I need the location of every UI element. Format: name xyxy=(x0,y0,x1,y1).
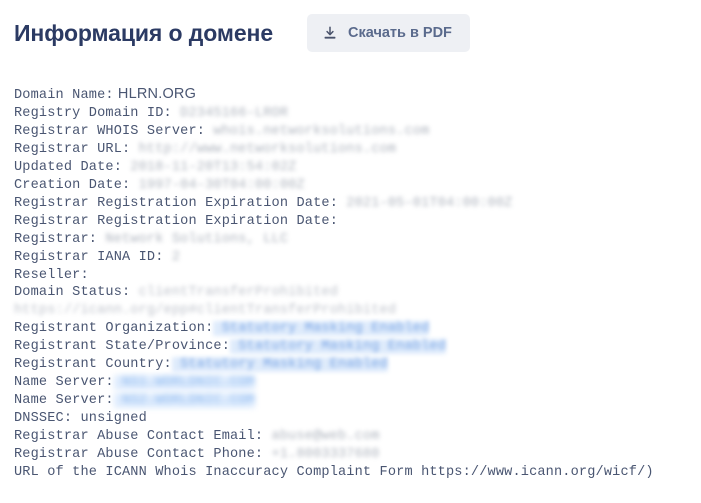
whois-record-label: Registrant Organization: xyxy=(14,321,214,337)
whois-record-label: Name Server: xyxy=(14,375,114,391)
whois-record-line: Registrar Registration Expiration Date: … xyxy=(14,195,674,213)
whois-record-label: Registrar WHOIS Server: xyxy=(14,123,206,139)
whois-record-value: whois.networksolutions.com xyxy=(205,123,430,139)
whois-record-label: Creation Date: xyxy=(14,177,131,193)
whois-record-label: DNSSEC: xyxy=(14,411,73,427)
whois-record-value: HLRN.ORG xyxy=(113,86,197,102)
whois-record-line: Registrar IANA ID: 2 xyxy=(14,249,674,267)
whois-record-value-link[interactable]: NS2.WORLDNIC.COM xyxy=(113,393,255,409)
whois-record-line: Domain Status: clientTransferProhibited … xyxy=(14,284,674,320)
whois-record-value: 1997-04-30T04:00:00Z xyxy=(130,177,305,193)
whois-record-value-link[interactable]: Statutory Masking Enabled xyxy=(171,357,388,373)
whois-record-value-link[interactable]: Statutory Masking Enabled xyxy=(230,339,446,355)
whois-record-value: 2021-05-01T04:00:00Z xyxy=(338,195,513,211)
whois-record-value: Network Solutions, LLC xyxy=(97,231,289,247)
whois-record-line: Registrar Abuse Contact Phone: +1.800333… xyxy=(14,446,674,464)
whois-record-label: Registry Domain ID: xyxy=(14,105,172,121)
whois-record-label: Updated Date: xyxy=(14,159,122,175)
whois-record-line: Registrar: Network Solutions, LLC xyxy=(14,231,674,249)
whois-record-value: abuse@web.com xyxy=(263,429,380,445)
whois-record-label: Registrar Registration Expiration Date: xyxy=(14,213,338,229)
whois-record-label: Registrant Country: xyxy=(14,357,172,373)
whois-record-label: Domain Status: xyxy=(14,285,131,301)
page-title: Информация о домене xyxy=(14,20,274,46)
whois-record-text: Domain Name: HLRN.ORG Registry Domain ID:… xyxy=(14,86,674,482)
whois-record-line: Registrar WHOIS Server: whois.networksol… xyxy=(14,123,674,141)
whois-record-label: URL of the ICANN Whois Inaccuracy Compla… xyxy=(14,465,654,481)
whois-record-line: Registrant Country: Statutory Masking En… xyxy=(14,356,674,374)
download-pdf-label: Скачать в PDF xyxy=(348,25,452,41)
domain-info-page: Информация о домене Скачать в PDF Domain… xyxy=(0,0,701,503)
whois-record-line: Name Server: NS1.WORLDNIC.COM xyxy=(14,374,674,392)
whois-record-line: Domain Name: HLRN.ORG xyxy=(14,86,674,105)
whois-record-value-link[interactable]: Statutory Masking Enabled xyxy=(213,321,430,337)
whois-record-line: Registrar Abuse Contact Email: abuse@web… xyxy=(14,428,674,446)
whois-record-line: DNSSEC: unsigned xyxy=(14,410,674,428)
whois-record-line: Registrar Registration Expiration Date: xyxy=(14,213,674,231)
whois-record-line: Registrar URL: http://www.networksolutio… xyxy=(14,141,674,159)
whois-record-label: Registrar Registration Expiration Date: xyxy=(14,195,338,211)
whois-record-label: Registrar Abuse Contact Email: xyxy=(14,429,264,445)
whois-record-label: Registrant State/Province: xyxy=(14,339,230,355)
whois-record-line: Reseller: xyxy=(14,267,674,285)
download-icon xyxy=(323,26,337,40)
download-pdf-button[interactable]: Скачать в PDF xyxy=(307,14,470,52)
whois-record-label: Registrar: xyxy=(14,231,98,247)
whois-record-label: Registrar URL: xyxy=(14,141,131,157)
whois-record-label: Reseller: xyxy=(14,267,89,283)
whois-record-value: +1.8003337680 xyxy=(263,447,380,463)
whois-record-line: Updated Date: 2018-11-20T13:54:02Z xyxy=(14,159,674,177)
whois-record-label: Registrar Abuse Contact Phone: xyxy=(14,447,264,463)
whois-record-value: unsigned xyxy=(72,411,147,427)
whois-record-line: Registry Domain ID: D2345166-LROR xyxy=(14,105,674,123)
whois-record-line: URL of the ICANN Whois Inaccuracy Compla… xyxy=(14,464,674,482)
whois-record-line: Creation Date: 1997-04-30T04:00:00Z xyxy=(14,177,674,195)
whois-record-value: 2 xyxy=(163,249,181,265)
whois-record-line: Registrant Organization: Statutory Maski… xyxy=(14,320,674,338)
whois-record-value-link[interactable]: NS1.WORLDNIC.COM xyxy=(113,375,255,391)
whois-record-line: Registrant State/Province: Statutory Mas… xyxy=(14,338,674,356)
whois-record-value: 2018-11-20T13:54:02Z xyxy=(122,159,297,175)
whois-record-value: http://www.networksolutions.com xyxy=(130,141,397,157)
whois-record-label: Domain Name: xyxy=(14,88,114,103)
whois-record-line: Name Server: NS2.WORLDNIC.COM xyxy=(14,392,674,410)
page-header: Информация о домене Скачать в PDF xyxy=(0,0,701,52)
whois-record-label: Name Server: xyxy=(14,393,114,409)
whois-record-label: Registrar IANA ID: xyxy=(14,249,164,265)
whois-record-value: D2345166-LROR xyxy=(171,105,289,121)
